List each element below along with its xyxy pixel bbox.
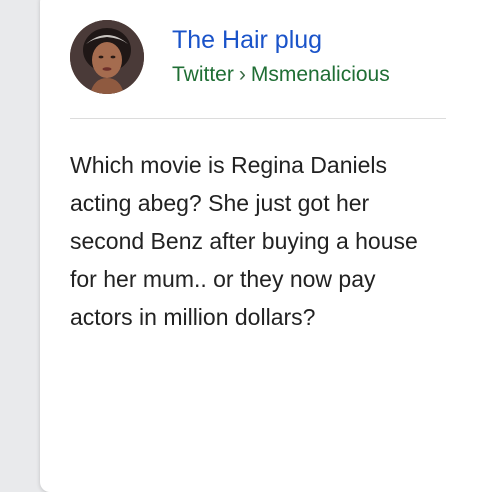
avatar[interactable] (70, 20, 144, 94)
handle-label: Msmenalicious (250, 63, 390, 86)
source-name-link[interactable]: The Hair plug (172, 25, 322, 55)
source-breadcrumb[interactable]: Twitter › Msmenalicious (172, 62, 452, 87)
chevron-right-icon: › (238, 63, 246, 86)
platform-label: Twitter (172, 63, 234, 86)
divider (70, 118, 446, 119)
profile-photo-icon (70, 20, 144, 94)
post-text: Which movie is Regina Daniels acting abe… (70, 152, 418, 330)
